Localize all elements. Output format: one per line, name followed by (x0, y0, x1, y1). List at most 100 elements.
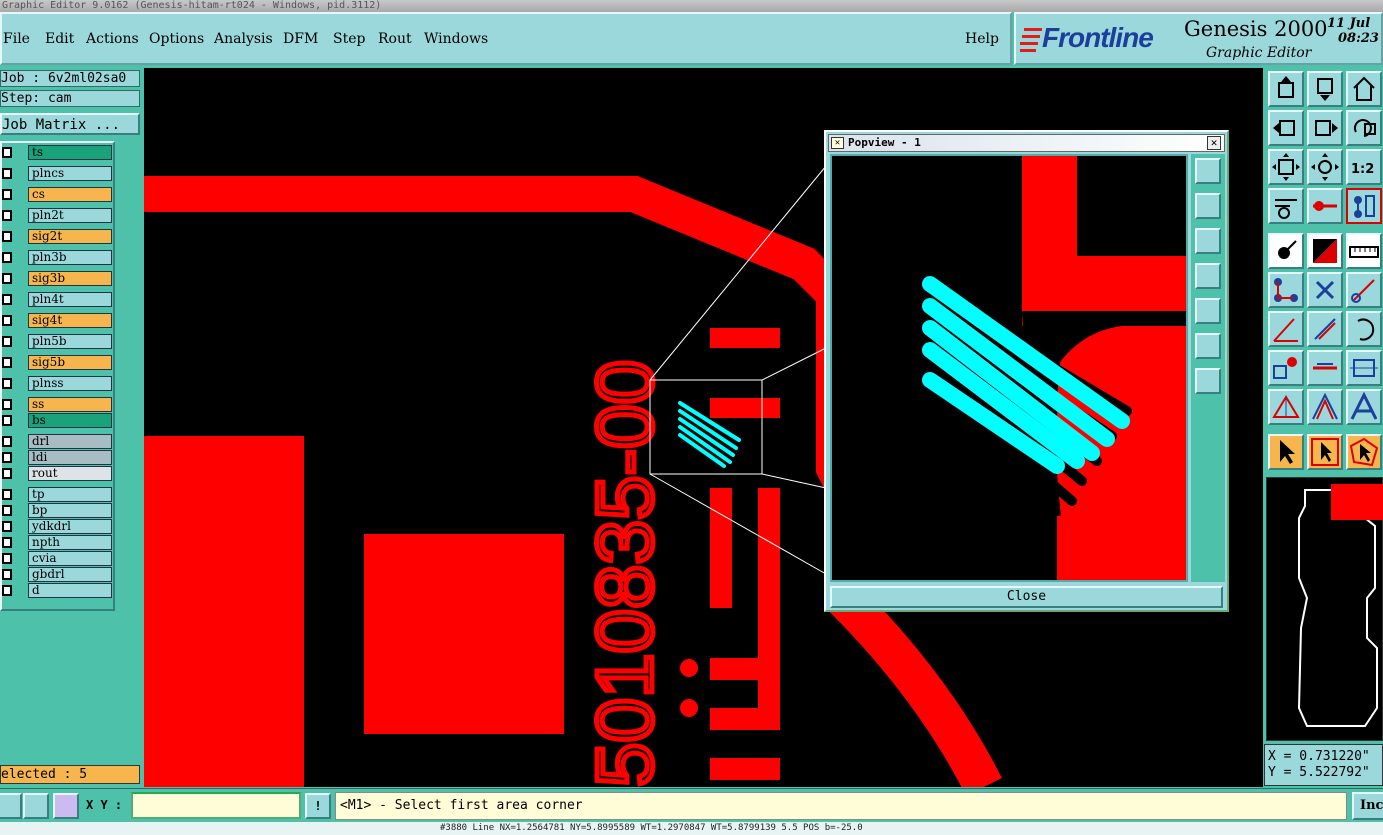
zoom-window-icon[interactable] (1195, 158, 1221, 184)
layer-checkbox[interactable] (2, 252, 12, 263)
window-menu-icon[interactable]: ✕ (831, 137, 844, 149)
layer-checkbox[interactable] (2, 436, 12, 447)
layer-name[interactable]: ts (28, 145, 112, 160)
menu-edit[interactable]: Edit (45, 31, 74, 47)
layer-name[interactable]: pln2t (28, 208, 112, 223)
overview-map[interactable] (1266, 477, 1383, 741)
layer-name[interactable]: drl (28, 434, 112, 449)
warning-icon[interactable]: ! (305, 793, 331, 819)
zoom-center-icon[interactable] (1195, 368, 1221, 394)
zoom-center-icon[interactable] (1307, 149, 1343, 185)
layer-checkbox[interactable] (2, 336, 12, 347)
copy-icon[interactable] (1268, 350, 1304, 386)
layer-name[interactable]: cvia (28, 551, 112, 566)
zoom-fit-icon[interactable] (1195, 333, 1221, 359)
layer-row-pln3b[interactable]: pln3b (2, 250, 114, 265)
select-box-icon[interactable] (1307, 434, 1343, 470)
close-icon[interactable]: ✕ (1207, 136, 1221, 150)
layer-checkbox[interactable] (2, 489, 12, 500)
layer-row-ldi[interactable]: ldi (2, 450, 114, 465)
layer-name[interactable]: plnss (28, 376, 112, 391)
pan-down-icon[interactable] (1195, 228, 1221, 254)
layer-row-pln5b[interactable]: pln5b (2, 334, 114, 349)
home-icon[interactable] (1346, 71, 1382, 107)
angle-snap-icon[interactable] (23, 793, 49, 819)
layer-name[interactable]: tp (28, 487, 112, 502)
layer-row-gbdrl[interactable]: gbdrl (2, 567, 114, 582)
layer-checkbox[interactable] (2, 569, 12, 580)
pan-down-icon[interactable] (1307, 71, 1343, 107)
layer-checkbox[interactable] (2, 357, 12, 368)
layer-row-ydkdrl[interactable]: ydkdrl (2, 519, 114, 534)
move-icon[interactable] (1346, 272, 1382, 308)
layer-name[interactable]: pln5b (28, 334, 112, 349)
menu-rout[interactable]: Rout (378, 31, 412, 47)
layer-name[interactable]: npth (28, 535, 112, 550)
layer-row-ss[interactable]: ss (2, 397, 114, 412)
layer-name[interactable]: sig2t (28, 229, 112, 244)
popview-close-button[interactable]: Close (830, 586, 1223, 608)
layer-row-rout[interactable]: rout (2, 466, 114, 481)
menu-dfm[interactable]: DFM (283, 31, 318, 47)
layer-name[interactable]: pln4t (28, 292, 112, 307)
net-icon[interactable] (1346, 188, 1382, 224)
layer-name[interactable]: gbdrl (28, 567, 112, 582)
layer-checkbox[interactable] (2, 468, 12, 479)
layer-row-ts[interactable]: ts (2, 145, 114, 160)
inc-button[interactable]: Inc (1352, 792, 1383, 820)
menu-step[interactable]: Step (333, 31, 365, 47)
angle-icon[interactable] (1268, 311, 1304, 347)
layer-name[interactable]: plncs (28, 166, 112, 181)
menu-analysis[interactable]: Analysis (214, 31, 273, 47)
popview-window[interactable]: ✕ Popview - 1 ✕ Close (824, 130, 1229, 612)
layer-row-plncs[interactable]: plncs (2, 166, 114, 181)
layer-checkbox[interactable] (2, 521, 12, 532)
grid-icon[interactable] (53, 793, 79, 819)
layer-name[interactable]: cs (28, 187, 112, 202)
snap-icon[interactable] (0, 793, 22, 819)
layer-checkbox[interactable] (2, 168, 12, 179)
layer-name[interactable]: sig3b (28, 271, 112, 286)
layer-checkbox[interactable] (2, 210, 12, 221)
layer-checkbox[interactable] (2, 273, 12, 284)
popview-canvas[interactable] (830, 154, 1188, 582)
select-poly-icon[interactable] (1346, 434, 1382, 470)
layer-name[interactable]: bs (28, 413, 112, 428)
layer-name[interactable]: pln3b (28, 250, 112, 265)
pad-trace-icon[interactable] (1307, 188, 1343, 224)
layer-checkbox[interactable] (2, 553, 12, 564)
layer-name[interactable]: bp (28, 503, 112, 518)
delete-icon[interactable] (1307, 272, 1343, 308)
scale-1-2-icon[interactable]: 1:2 (1346, 149, 1382, 185)
layer-row-cvia[interactable]: cvia (2, 551, 114, 566)
layer-row-npth[interactable]: npth (2, 535, 114, 550)
rotate-icon[interactable] (1346, 311, 1382, 347)
measure-icon[interactable] (1346, 233, 1382, 269)
menu-windows[interactable]: Windows (424, 31, 488, 47)
layer-row-drl[interactable]: drl (2, 434, 114, 449)
layer-name[interactable]: ldi (28, 450, 112, 465)
layer-name[interactable]: ydkdrl (28, 519, 112, 534)
pan-up-icon[interactable] (1268, 71, 1304, 107)
connect-icon[interactable] (1268, 272, 1304, 308)
layer-checkbox[interactable] (2, 537, 12, 548)
layer-row-bp[interactable]: bp (2, 503, 114, 518)
layer-row-sig5b[interactable]: sig5b (2, 355, 114, 370)
layer-row-plnss[interactable]: plnss (2, 376, 114, 391)
layer-checkbox[interactable] (2, 378, 12, 389)
layer-checkbox[interactable] (2, 231, 12, 242)
menu-options[interactable]: Options (149, 31, 204, 47)
layer-checkbox[interactable] (2, 147, 12, 158)
layer-checkbox[interactable] (2, 585, 12, 596)
pan-right-icon[interactable] (1307, 110, 1343, 146)
layer-name[interactable]: sig4t (28, 313, 112, 328)
layer-row-d[interactable]: d (2, 583, 114, 598)
layer-name[interactable]: d (28, 583, 112, 598)
pan-up-icon[interactable] (1195, 193, 1221, 219)
layer-name[interactable]: rout (28, 466, 112, 481)
resize-icon[interactable] (1346, 350, 1382, 386)
layer-checkbox[interactable] (2, 294, 12, 305)
job-matrix-button[interactable]: Job Matrix ... (0, 113, 140, 135)
menu-file[interactable]: File (3, 31, 30, 47)
pan-right-icon[interactable] (1195, 298, 1221, 324)
